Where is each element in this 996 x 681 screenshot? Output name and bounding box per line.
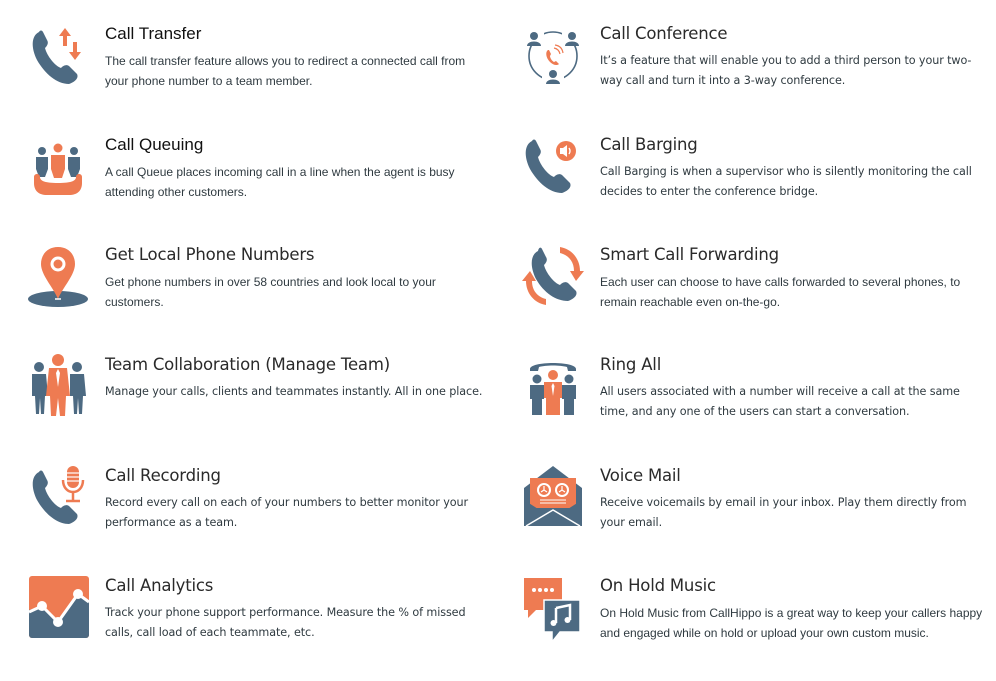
phone-speaker-icon [520, 129, 586, 199]
feature-smart-call-forwarding: Smart Call Forwarding Each user can choo… [520, 239, 990, 339]
feature-title: Call Conference [600, 24, 728, 43]
feature-call-recording: Call Recording Record every call on each… [25, 460, 495, 560]
feature-description: A call Queue places incoming call in a l… [105, 165, 455, 199]
feature-description: Get phone numbers in over 58 countries a… [105, 275, 436, 309]
conference-icon [520, 18, 586, 88]
feature-description: Receive voicemails by email in your inbo… [600, 496, 967, 529]
location-pin-icon [25, 239, 91, 309]
feature-title: Call Recording [105, 466, 221, 485]
feature-title: Voice Mail [600, 466, 681, 485]
feature-title: Ring All [600, 355, 662, 374]
phone-transfer-icon [25, 18, 91, 88]
feature-description: Call Barging is when a supervisor who is… [600, 165, 972, 198]
feature-description: It’s a feature that will enable you to a… [600, 54, 972, 87]
feature-description: Record every call on each of your number… [105, 496, 468, 529]
phone-microphone-icon [25, 460, 91, 530]
feature-title: Call Transfer [105, 24, 202, 43]
team-icon [25, 349, 91, 419]
queue-icon [25, 129, 91, 199]
feature-title: Team Collaboration (Manage Team) [105, 355, 390, 374]
feature-description: Each user can choose to have calls forwa… [600, 275, 961, 309]
music-chat-icon [520, 570, 586, 640]
feature-description: The call transfer feature allows you to … [105, 54, 466, 88]
feature-local-numbers: Get Local Phone Numbers Get phone number… [25, 239, 495, 339]
ring-all-icon [520, 349, 586, 419]
feature-call-queuing: Call Queuing A call Queue places incomin… [25, 129, 495, 229]
feature-title: Call Queuing [105, 135, 204, 154]
feature-call-transfer: Call Transfer The call transfer feature … [25, 18, 495, 118]
feature-ring-all: Ring All All users associated with a num… [520, 349, 990, 449]
feature-call-conference: Call Conference It’s a feature that will… [520, 18, 990, 118]
feature-title: Get Local Phone Numbers [105, 245, 315, 264]
feature-description: On Hold Music from CallHippo is a great … [600, 606, 983, 640]
feature-voice-mail: Voice Mail Receive voicemails by email i… [520, 460, 990, 560]
feature-title: Call Analytics [105, 576, 214, 595]
feature-description: Track your phone support performance. Me… [105, 606, 466, 639]
phone-forward-icon [520, 239, 586, 309]
voicemail-envelope-icon [520, 460, 586, 530]
analytics-chart-icon [25, 570, 91, 640]
feature-title: Call Barging [600, 135, 698, 154]
feature-on-hold-music: On Hold Music On Hold Music from CallHip… [520, 570, 990, 670]
feature-title: On Hold Music [600, 576, 716, 595]
feature-call-barging: Call Barging Call Barging is when a supe… [520, 129, 990, 229]
feature-description: Manage your calls, clients and teammates… [105, 385, 483, 398]
feature-team-collaboration: Team Collaboration (Manage Team) Manage … [25, 349, 495, 449]
feature-description: All users associated with a number will … [600, 385, 960, 418]
feature-title: Smart Call Forwarding [600, 245, 779, 264]
feature-call-analytics: Call Analytics Track your phone support … [25, 570, 495, 670]
